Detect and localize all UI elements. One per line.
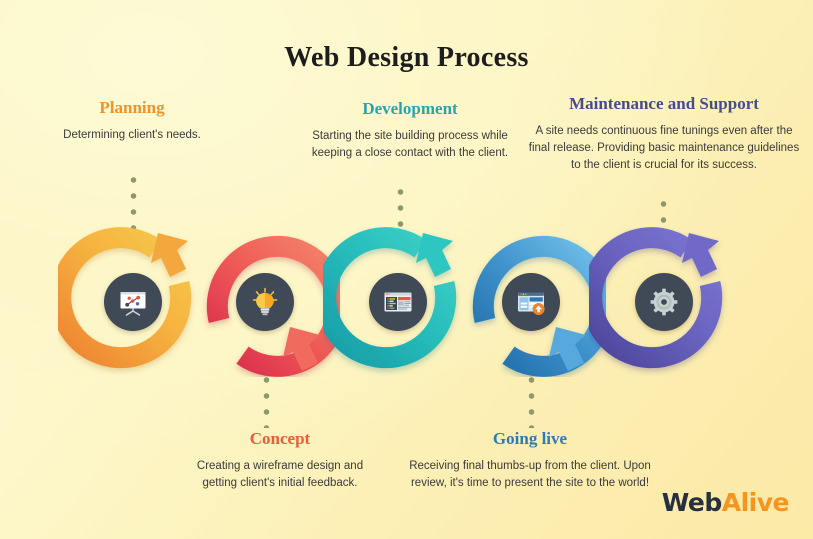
webalive-logo[interactable]: WebAlive [661, 488, 790, 517]
step-text-going-live: Going live Receiving final thumbs-up fro… [407, 429, 653, 492]
step-text-planning: Planning Determining client's needs. [34, 98, 230, 144]
icon-disc-maintenance [635, 273, 693, 331]
step-heading-planning: Planning [99, 98, 165, 117]
process-ring-planning [58, 227, 208, 377]
presentation-board-icon [120, 292, 146, 316]
lightbulb-icon [252, 287, 278, 316]
infographic-canvas: Web Design Process Planning Determining … [0, 0, 813, 539]
icon-disc-planning [104, 273, 162, 331]
logo-text-web: Web [661, 488, 723, 517]
process-ring-development [323, 227, 473, 377]
step-text-development: Development Starting the site building p… [301, 99, 519, 162]
site-launch-icon [518, 292, 545, 315]
step-body-development: Starting the site building process while… [311, 130, 509, 160]
icon-disc-going-live [502, 273, 560, 331]
step-body-going-live: Receiving final thumbs-up from the clien… [409, 460, 651, 490]
step-body-concept: Creating a wireframe design and getting … [196, 460, 364, 490]
icon-disc-development [369, 273, 427, 331]
step-heading-maintenance: Maintenance and Support [569, 94, 759, 113]
step-body-maintenance: A site needs continuous fine tunings eve… [528, 125, 800, 171]
step-body-planning: Determining client's needs. [63, 129, 201, 142]
code-window-icon [384, 292, 412, 312]
process-ring-concept [190, 227, 340, 377]
step-text-maintenance: Maintenance and Support A site needs con… [528, 94, 800, 173]
logo-text-alive: Alive [721, 488, 790, 517]
step-text-concept: Concept Creating a wireframe design and … [180, 429, 380, 492]
process-ring-going-live [456, 227, 606, 377]
icon-disc-concept [236, 273, 294, 331]
step-heading-development: Development [362, 99, 458, 118]
gear-icon [650, 288, 678, 316]
page-title: Web Design Process [284, 42, 529, 73]
process-ring-maintenance [589, 227, 739, 377]
step-heading-concept: Concept [249, 429, 311, 448]
step-heading-going-live: Going live [492, 429, 568, 448]
